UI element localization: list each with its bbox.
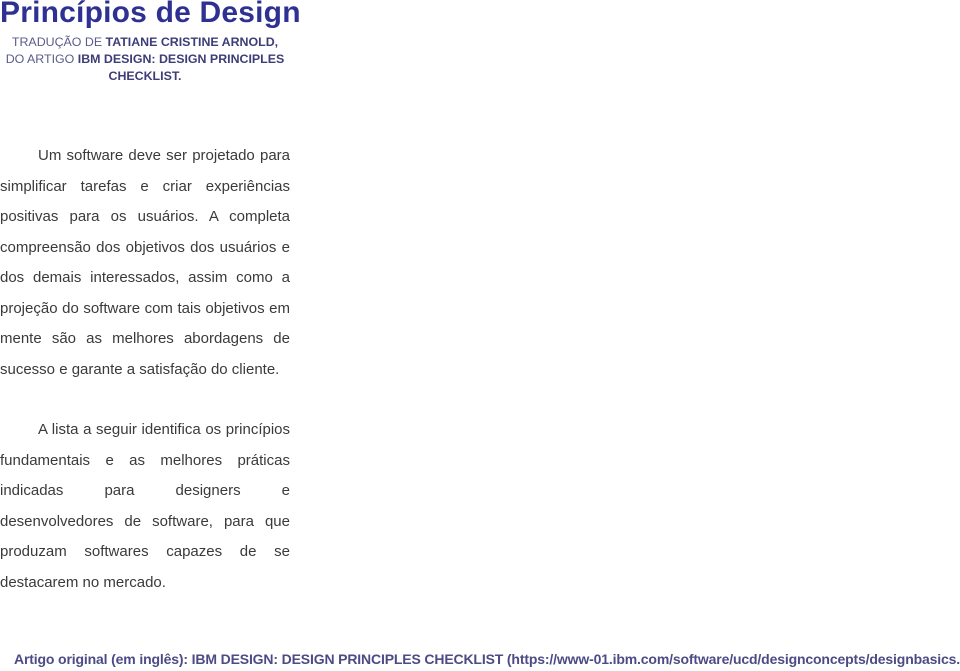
source-footer: Artigo original (em inglês): IBM DESIGN:… — [14, 651, 960, 667]
list-intro-paragraph: A lista a seguir identifica os princípio… — [0, 415, 290, 598]
credit-prefix-article: DO ARTIGO — [5, 52, 78, 66]
page-title: Princípios de Design — [0, 0, 301, 29]
translation-credit: TRADUÇÃO DE TATIANE CRISTINE ARNOLD, DO … — [0, 34, 290, 85]
list-intro-paragraph-text: A lista a seguir identifica os princípio… — [0, 421, 290, 591]
intro-paragraph: Um software deve ser projetado para simp… — [0, 141, 290, 385]
article-name: IBM DESIGN: DESIGN PRINCIPLES CHECKLIST. — [77, 52, 285, 83]
translator-name: TATIANE CRISTINE ARNOLD, — [105, 35, 279, 49]
credit-prefix-translation: TRADUÇÃO DE — [11, 35, 106, 49]
intro-paragraph-text: Um software deve ser projetado para simp… — [0, 147, 290, 378]
